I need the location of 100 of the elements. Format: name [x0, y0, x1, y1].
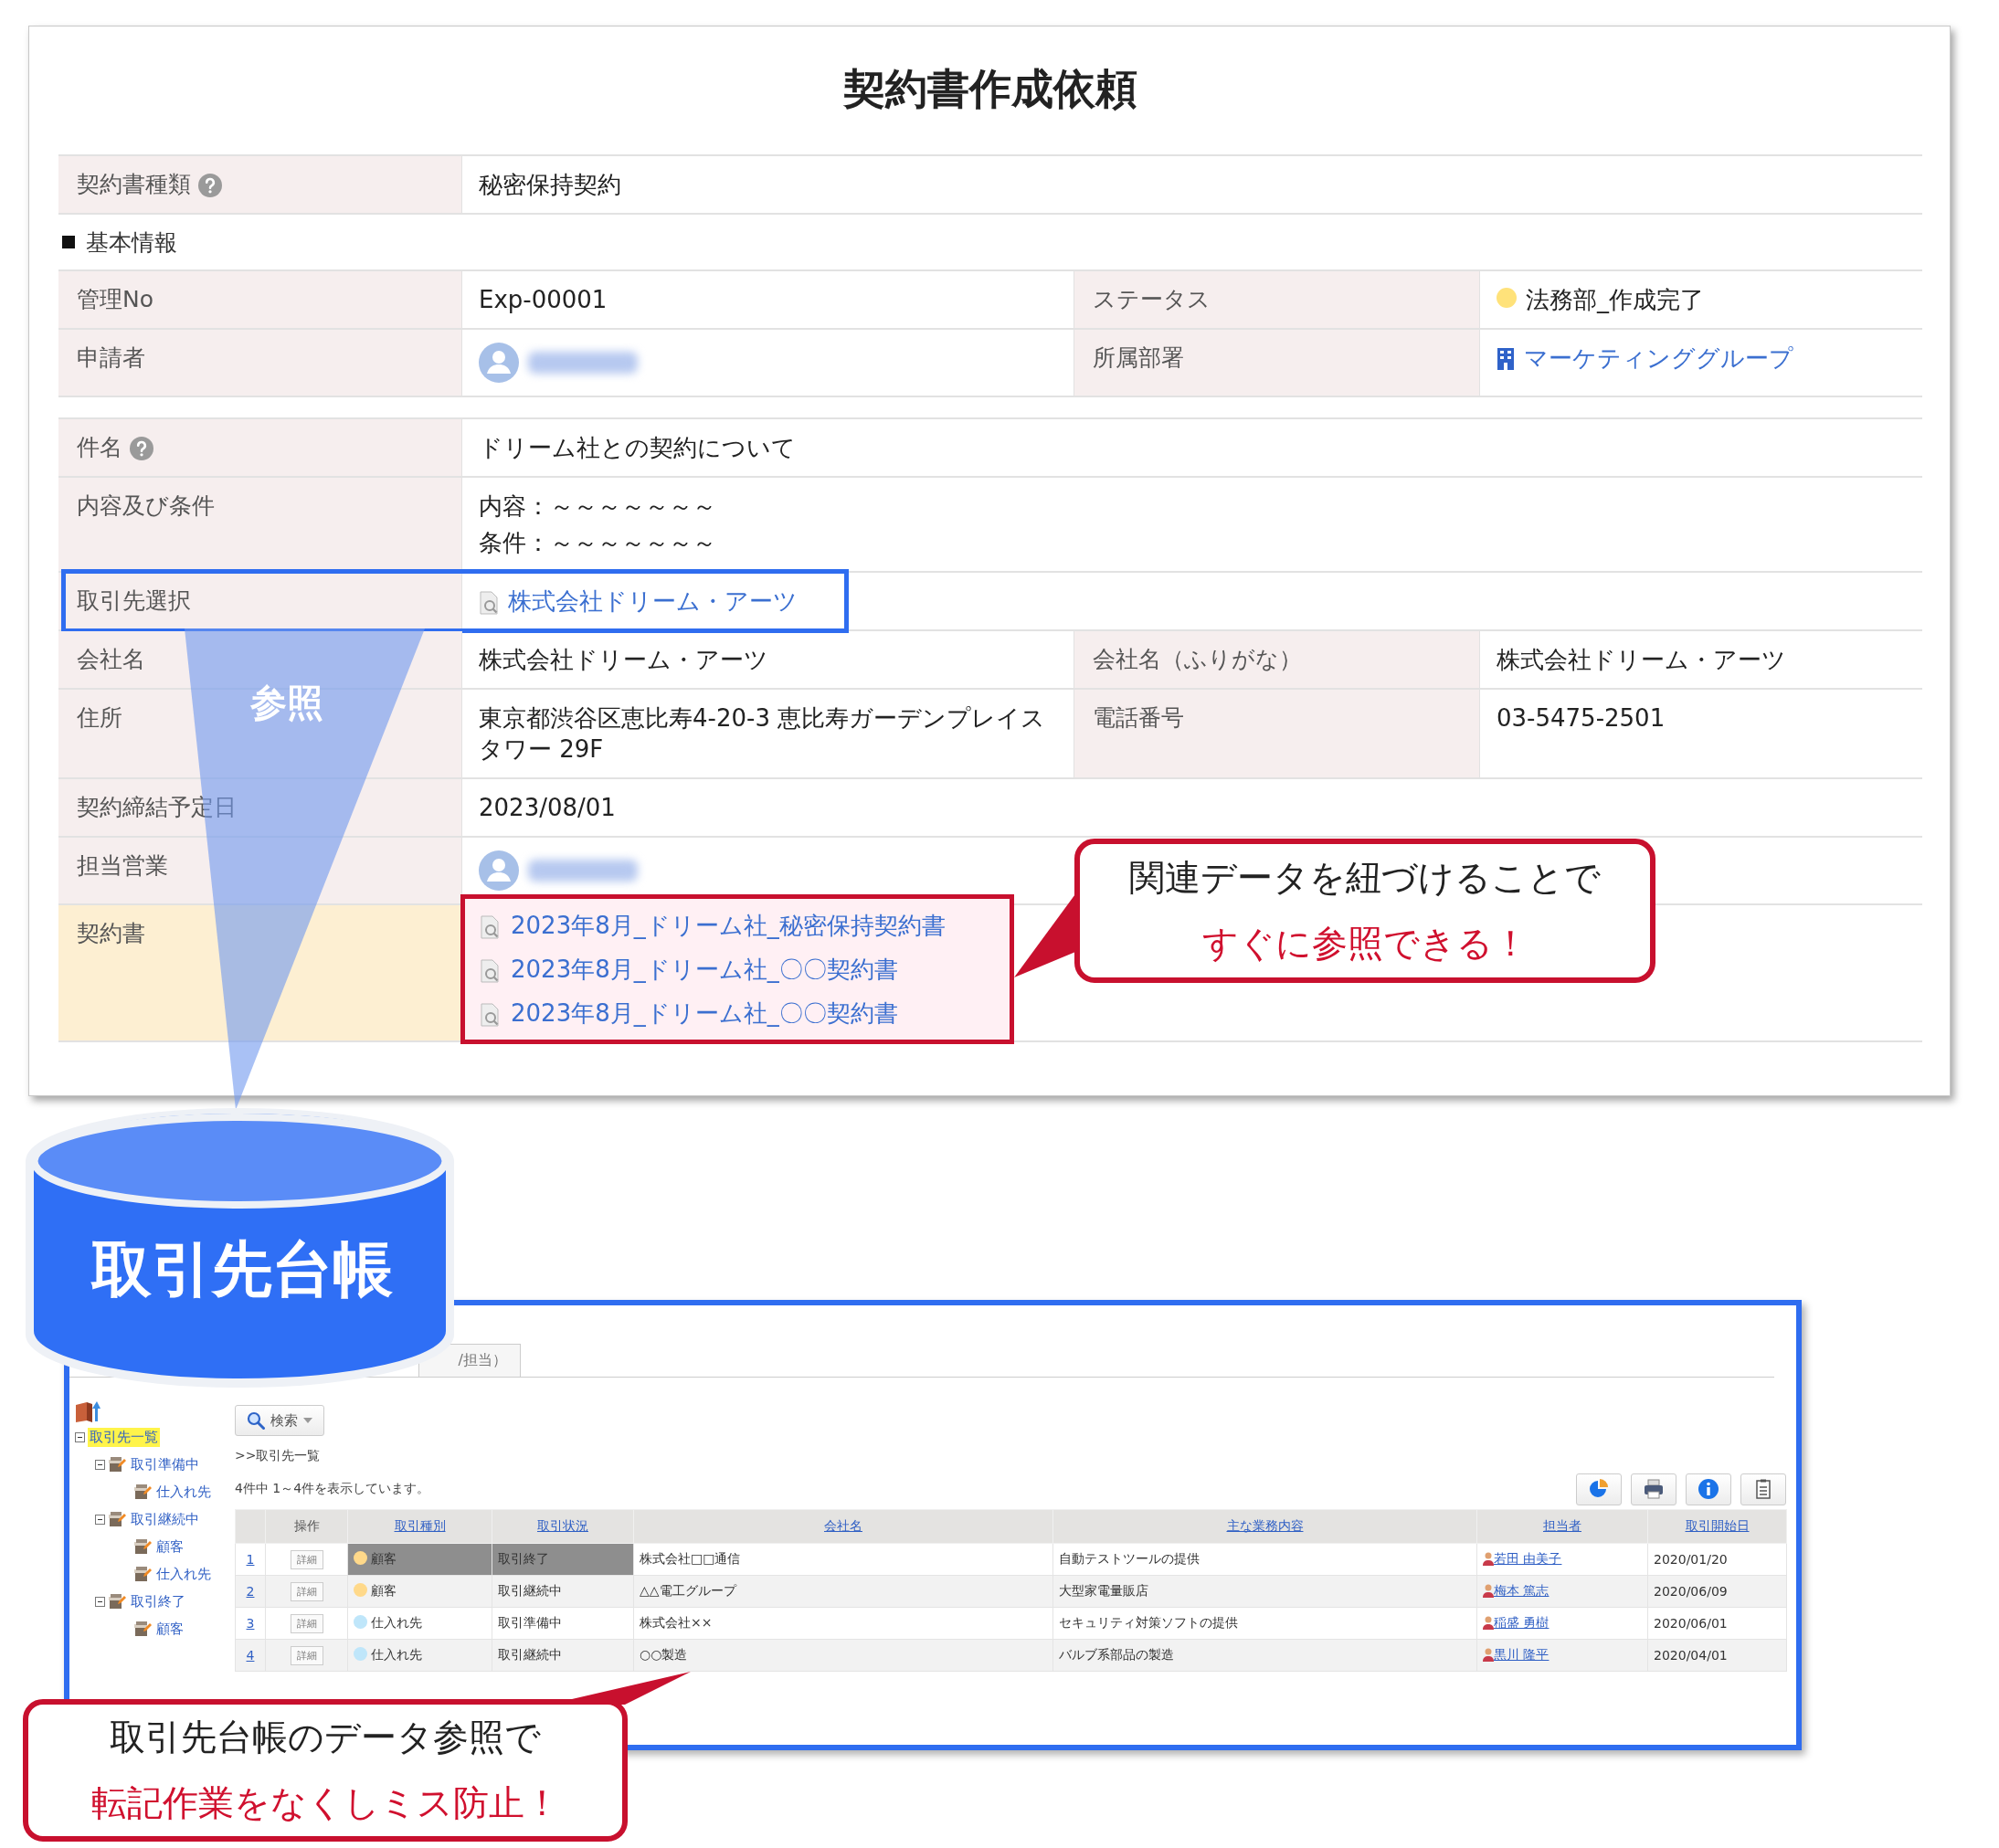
file-link[interactable]: 2023年8月_ドリーム社_〇〇契約書: [511, 954, 898, 985]
box-stack-icon: [133, 1621, 152, 1637]
person-link[interactable]: 梅本 篤志: [1494, 1583, 1549, 1598]
help-icon[interactable]: [130, 437, 153, 460]
square-bullet-icon: [62, 236, 75, 248]
box-stack-icon: [108, 1511, 126, 1527]
print-button[interactable]: [1631, 1473, 1676, 1505]
field-value: 2023/08/01: [479, 793, 616, 823]
type-text: 仕入れ先: [371, 1647, 422, 1662]
field-label: 契約書種類: [77, 170, 191, 199]
tree-item[interactable]: 仕入れ先: [154, 1564, 213, 1584]
collapse-icon[interactable]: [95, 1596, 105, 1607]
row-number-link[interactable]: 3: [246, 1616, 255, 1631]
sort-link[interactable]: 取引開始日: [1685, 1518, 1750, 1533]
status-text: 法務部_作成完了: [1526, 285, 1704, 315]
detail-button[interactable]: 詳細: [290, 1549, 323, 1569]
person-link[interactable]: 黒川 隆平: [1494, 1647, 1549, 1662]
table-cell: ○○製造: [633, 1639, 1053, 1672]
tree-item[interactable]: 取引準備中: [129, 1454, 201, 1474]
callout-text: 取引先台帳のデータ参照で: [110, 1716, 541, 1759]
table-cell: 大型家電量販店: [1052, 1575, 1477, 1608]
person-link[interactable]: 稲盛 勇樹: [1494, 1615, 1549, 1630]
table-cell: 2020/01/20: [1647, 1543, 1787, 1576]
detail-button[interactable]: 詳細: [290, 1645, 323, 1665]
tree-item[interactable]: 取引継続中: [129, 1509, 201, 1529]
search-button[interactable]: 検索: [235, 1405, 324, 1436]
chart-button[interactable]: [1576, 1473, 1622, 1505]
sort-link[interactable]: 会社名: [824, 1518, 862, 1533]
field-value: 秘密保持契約: [479, 170, 621, 200]
field-label: 会社名（ふりがな）: [1093, 645, 1302, 674]
help-icon[interactable]: [198, 174, 222, 197]
clipboard-button[interactable]: [1740, 1473, 1786, 1505]
box-stack-icon: [133, 1566, 152, 1582]
section-heading: 基本情報: [86, 227, 177, 258]
person-icon: [1483, 1551, 1494, 1566]
tree-item[interactable]: 取引先一覧: [88, 1427, 160, 1447]
sort-link[interactable]: 取引種別: [394, 1518, 446, 1533]
field-value: ドリーム社との契約について: [479, 433, 796, 463]
field-value: 株式会社ドリーム・アーツ: [479, 645, 768, 675]
collapse-icon[interactable]: [95, 1514, 105, 1525]
person-icon: [1483, 1583, 1494, 1598]
field-value-line: 条件：～～～～～～～: [479, 528, 716, 558]
tree-item[interactable]: 顧客: [154, 1619, 185, 1639]
row-number-link[interactable]: 2: [246, 1584, 255, 1599]
breadcrumb: >>取引先一覧: [235, 1447, 322, 1464]
document-search-icon: [480, 1003, 500, 1027]
person-icon: [1483, 1615, 1494, 1630]
sort-link[interactable]: 主な業務内容: [1226, 1518, 1304, 1533]
tree-item[interactable]: 仕入れ先: [154, 1482, 213, 1502]
row-number-link[interactable]: 1: [246, 1552, 255, 1567]
type-text: 顧客: [371, 1583, 397, 1598]
partner-link[interactable]: 株式会社ドリーム・アーツ: [508, 586, 798, 617]
table-cell: 株式会社□□通信: [633, 1543, 1053, 1576]
table-cell: 自動テストツールの提供: [1052, 1543, 1477, 1576]
callout-text: 関連データを紐づけることで: [1129, 856, 1601, 900]
field-label: 会社名: [77, 645, 145, 674]
table-cell: セキュリティ対策ソフトの提供: [1052, 1607, 1477, 1640]
detail-button[interactable]: 詳細: [290, 1581, 323, 1601]
department-link[interactable]: マーケティンググループ: [1524, 343, 1793, 374]
table-cell: 株式会社××: [633, 1607, 1053, 1640]
person-link[interactable]: 若田 由美子: [1494, 1551, 1562, 1566]
file-link[interactable]: 2023年8月_ドリーム社_〇〇契約書: [511, 998, 898, 1029]
box-stack-icon: [133, 1484, 152, 1500]
field-label: 契約締結予定日: [77, 793, 237, 822]
tree-item[interactable]: 顧客: [154, 1536, 185, 1557]
info-button[interactable]: [1686, 1473, 1731, 1505]
collapse-icon[interactable]: [95, 1459, 105, 1470]
sort-link[interactable]: 取引状況: [537, 1518, 588, 1533]
result-count: 4件中 1～4件を表示しています。: [235, 1481, 430, 1497]
field-label: 管理No: [77, 285, 153, 314]
printer-icon: [1643, 1478, 1665, 1500]
type-text: 仕入れ先: [371, 1615, 422, 1630]
table-cell: 2020/04/01: [1647, 1639, 1787, 1672]
table-cell: バルブ系部品の製造: [1052, 1639, 1477, 1672]
database-label: 取引先台帳: [91, 1233, 393, 1306]
person-icon: [1483, 1647, 1494, 1662]
caret-icon: [303, 1418, 312, 1423]
table-cell: 2020/06/09: [1647, 1575, 1787, 1608]
field-value-line: 内容：～～～～～～～: [479, 491, 716, 522]
field-value: Exp-00001: [479, 285, 608, 315]
field-label: 申請者: [77, 343, 145, 373]
search-icon: [247, 1411, 265, 1430]
table-cell: 取引継続中: [492, 1575, 634, 1608]
type-text: 顧客: [371, 1551, 397, 1566]
box-stack-icon: [108, 1593, 126, 1610]
file-link[interactable]: 2023年8月_ドリーム社_秘密保持契約書: [511, 910, 946, 941]
field-label: 内容及び条件: [77, 491, 215, 521]
callout-text: すぐに参照できる！: [1201, 922, 1528, 966]
detail-button[interactable]: 詳細: [290, 1613, 323, 1633]
row-number-link[interactable]: 4: [246, 1648, 255, 1663]
box-stack-icon: [108, 1456, 126, 1473]
field-value: 03-5475-2501: [1497, 703, 1666, 734]
box-stack-icon: [133, 1538, 152, 1555]
field-label: 所属部署: [1093, 343, 1184, 373]
tree-item[interactable]: 取引終了: [129, 1591, 187, 1611]
collapse-icon[interactable]: [75, 1431, 85, 1442]
pie-chart-icon: [1588, 1478, 1610, 1500]
column-header: 操作: [293, 1518, 320, 1533]
table-cell: △△電工グループ: [633, 1575, 1053, 1608]
sort-link[interactable]: 担当者: [1543, 1518, 1581, 1533]
